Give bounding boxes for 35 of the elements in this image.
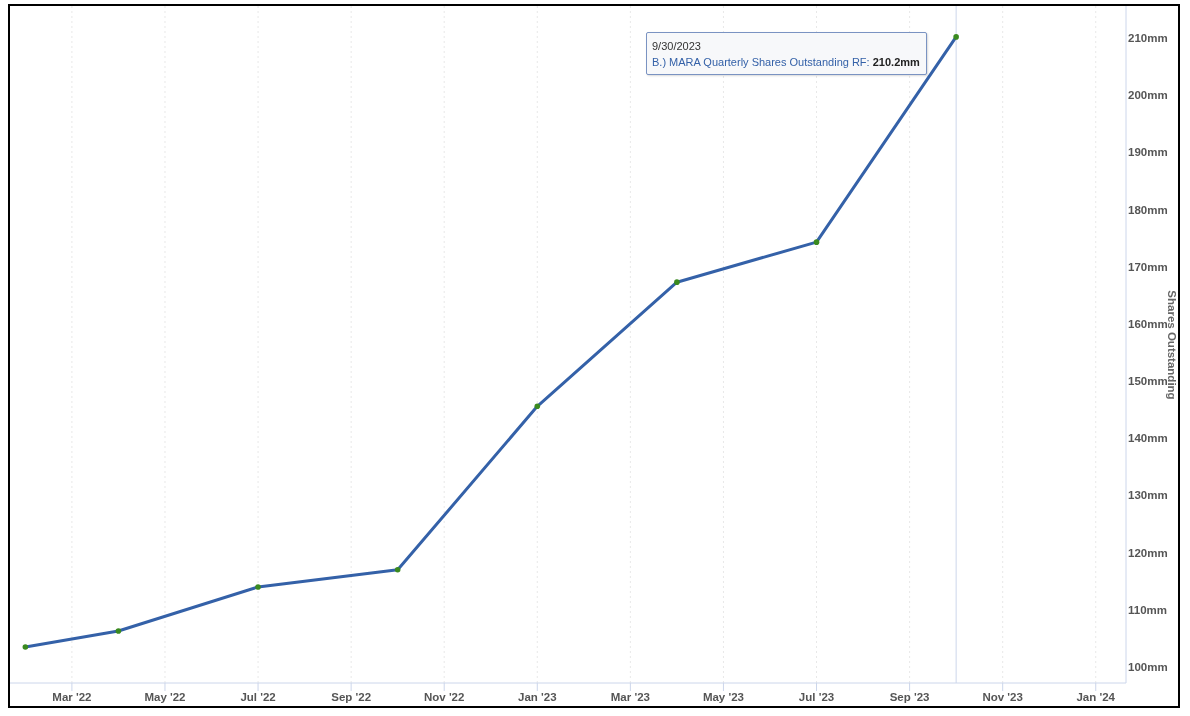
- y-axis-label: 110mm: [1128, 603, 1167, 616]
- y-axis-label: 170mm: [1128, 260, 1168, 273]
- y-axis-label: 150mm: [1128, 375, 1168, 388]
- x-axis-label: Nov '23: [982, 691, 1023, 703]
- data-point: [953, 34, 959, 40]
- y-axis-label: 140mm: [1128, 432, 1168, 445]
- data-point: [813, 239, 820, 245]
- x-axis-label: May '22: [144, 691, 186, 703]
- y-axis-label: 100mm: [1128, 661, 1168, 673]
- y-axis-title: Shares Outstanding: [1166, 290, 1178, 400]
- x-axis-label: Jul '22: [240, 691, 276, 703]
- data-point: [674, 279, 680, 285]
- x-axis-label: Jan '23: [518, 691, 557, 703]
- data-point: [394, 567, 401, 573]
- x-axis-label: May '23: [702, 691, 744, 703]
- x-axis-label: Sep '23: [889, 691, 930, 703]
- data-point: [115, 628, 122, 634]
- tooltip-value: B.) MARA Quarterly Shares Outstanding RF: 210.2mm: [652, 55, 920, 70]
- y-axis-label: 210mm: [1128, 32, 1168, 44]
- y-axis-label: 120mm: [1128, 546, 1168, 559]
- y-axis-label: 190mm: [1128, 146, 1168, 159]
- x-axis-label: Sep '22: [331, 691, 372, 703]
- x-axis-label: Mar '22: [52, 691, 92, 703]
- tooltip-date: 9/30/2023: [652, 39, 702, 54]
- data-point: [534, 403, 541, 410]
- x-axis-label: Jan '24: [1076, 691, 1115, 703]
- y-axis-label: 200mm: [1128, 89, 1168, 102]
- y-axis-label: 160mm: [1128, 317, 1168, 330]
- x-axis-label: Nov '22: [424, 691, 465, 703]
- y-axis-label: 130mm: [1128, 489, 1168, 502]
- x-axis-label: Mar '23: [610, 691, 650, 703]
- data-point: [255, 584, 261, 590]
- y-axis-label: 180mm: [1128, 203, 1168, 216]
- data-point: [22, 644, 29, 650]
- x-axis-label: Jul '23: [798, 691, 835, 703]
